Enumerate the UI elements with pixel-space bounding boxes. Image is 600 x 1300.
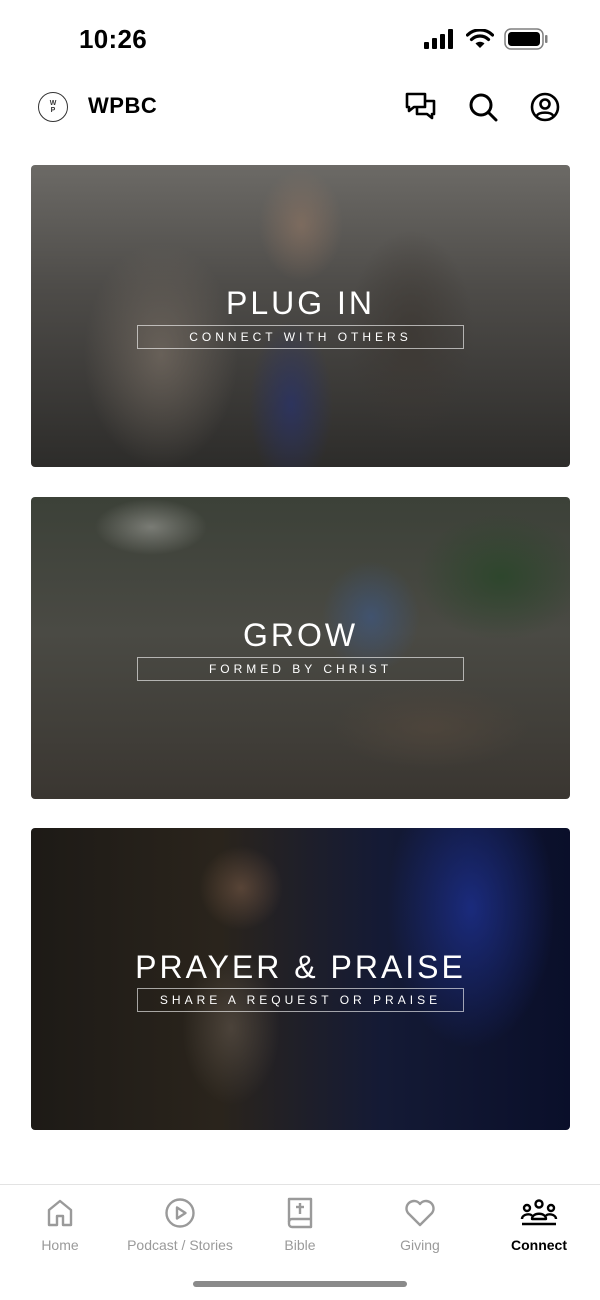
card-subtitle: FORMED BY CHRIST xyxy=(208,662,393,676)
card-subtitle: CONNECT WITH OTHERS xyxy=(189,330,412,344)
header-actions xyxy=(404,90,562,124)
status-bar: 10:26 xyxy=(0,0,600,80)
home-icon xyxy=(47,1199,73,1227)
profile-button[interactable] xyxy=(528,90,562,124)
card-subtitle-box: CONNECT WITH OTHERS xyxy=(137,325,464,349)
heart-icon xyxy=(405,1199,435,1227)
play-circle-icon xyxy=(165,1198,195,1228)
home-indicator xyxy=(193,1281,407,1287)
tab-label: Bible xyxy=(284,1237,316,1253)
tab-connect[interactable]: Connect xyxy=(479,1195,599,1257)
grow-card[interactable]: GROW FORMED BY CHRIST xyxy=(31,497,570,799)
tab-label: Giving xyxy=(400,1237,440,1253)
app-title: WPBC xyxy=(88,93,158,118)
card-subtitle-box: FORMED BY CHRIST xyxy=(137,657,464,681)
app-header: W P WPBC xyxy=(0,80,600,134)
plug-in-card[interactable]: PLUG IN CONNECT WITH OTHERS xyxy=(31,165,570,467)
card-title: GROW xyxy=(242,617,359,653)
wifi-icon xyxy=(466,29,494,48)
status-icons xyxy=(424,28,548,50)
tab-podcast-stories[interactable]: Podcast / Stories xyxy=(120,1195,240,1257)
search-icon xyxy=(469,93,498,122)
bible-icon xyxy=(287,1197,313,1229)
tab-home[interactable]: Home xyxy=(0,1195,120,1257)
card-title: PRAYER & PRAISE xyxy=(135,949,466,985)
logo-letter-bottom: P xyxy=(50,107,56,114)
group-icon xyxy=(520,1199,558,1226)
search-button[interactable] xyxy=(466,90,500,124)
tab-giving[interactable]: Giving xyxy=(360,1195,480,1257)
card-subtitle: SHARE A REQUEST OR PRAISE xyxy=(159,993,442,1007)
card-title: PLUG IN xyxy=(225,285,376,321)
tab-label: Connect xyxy=(511,1237,567,1253)
card-subtitle-box: SHARE A REQUEST OR PRAISE xyxy=(137,988,464,1012)
tab-bible[interactable]: Bible xyxy=(240,1195,360,1257)
prayer-praise-card[interactable]: PRAYER & PRAISE SHARE A REQUEST OR PRAIS… xyxy=(31,828,570,1130)
church-logo: W P xyxy=(38,92,68,122)
messages-button[interactable] xyxy=(404,90,438,124)
chat-bubbles-icon xyxy=(405,92,436,120)
logo-letter-top: W xyxy=(49,100,57,107)
battery-icon xyxy=(504,28,548,50)
tab-label: Home xyxy=(41,1237,79,1253)
cellular-signal-icon xyxy=(424,29,453,49)
user-circle-icon xyxy=(530,92,560,122)
status-time: 10:26 xyxy=(79,24,147,54)
tab-label: Podcast / Stories xyxy=(127,1237,233,1253)
